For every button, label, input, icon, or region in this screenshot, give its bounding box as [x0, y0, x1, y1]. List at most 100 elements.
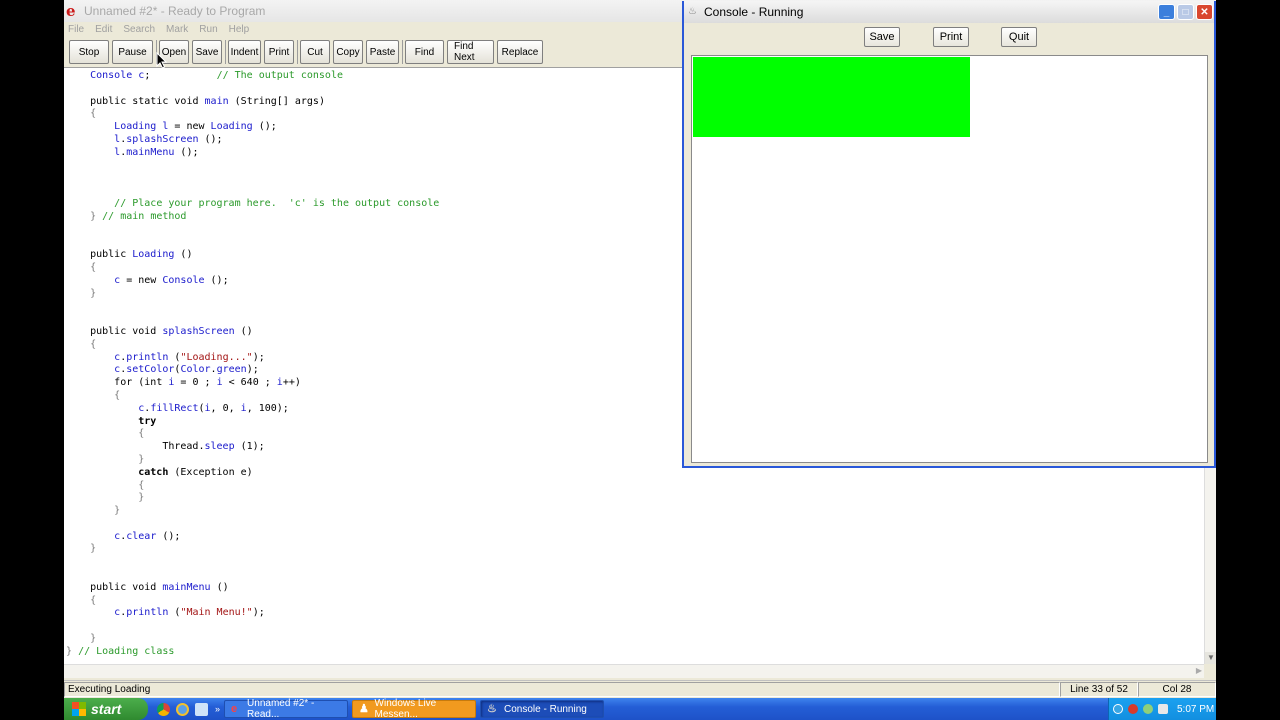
- code-line[interactable]: {: [66, 108, 439, 121]
- code-line[interactable]: public Loading (): [66, 249, 439, 262]
- code-line[interactable]: }: [66, 492, 439, 505]
- code-line[interactable]: c.clear ();: [66, 531, 439, 544]
- pause-button[interactable]: Pause: [112, 40, 153, 64]
- find-next-button[interactable]: Find Next: [447, 40, 494, 64]
- menu-help[interactable]: Help: [229, 24, 250, 35]
- code-line[interactable]: } // main method: [66, 211, 439, 224]
- code-line[interactable]: {: [66, 595, 439, 608]
- code-line[interactable]: {: [66, 428, 439, 441]
- code-line[interactable]: [66, 620, 439, 633]
- replace-button[interactable]: Replace: [497, 40, 543, 64]
- start-button[interactable]: start: [64, 698, 148, 720]
- skype-icon[interactable]: [1113, 704, 1123, 714]
- find-button[interactable]: Find: [405, 40, 444, 64]
- code-line[interactable]: Console c; // The output console: [66, 70, 439, 83]
- menu-file[interactable]: File: [68, 24, 84, 35]
- code-line[interactable]: [66, 569, 439, 582]
- status-line: Line 33 of 52: [1060, 682, 1138, 697]
- console-save-button[interactable]: Save: [864, 27, 900, 47]
- code-line[interactable]: [66, 172, 439, 185]
- ready-to-program-icon: e: [66, 2, 76, 20]
- code-line[interactable]: l.mainMenu ();: [66, 147, 439, 160]
- code-line[interactable]: [66, 160, 439, 173]
- close-icon[interactable]: ✕: [1196, 4, 1213, 20]
- console-titlebar[interactable]: ♨ Console - Running _ □ ✕: [684, 1, 1214, 23]
- code-line[interactable]: public void mainMenu (): [66, 582, 439, 595]
- desktop-icon[interactable]: [195, 702, 208, 716]
- task-label: Console - Running: [504, 703, 587, 715]
- minimize-icon[interactable]: _: [1158, 4, 1175, 20]
- code-line[interactable]: [66, 83, 439, 96]
- chrome-icon[interactable]: [157, 702, 170, 716]
- code-line[interactable]: for (int i = 0 ; i < 640 ; i++): [66, 377, 439, 390]
- maximize-icon[interactable]: □: [1177, 4, 1194, 20]
- code-line[interactable]: [66, 236, 439, 249]
- volume-icon[interactable]: [1158, 704, 1168, 714]
- code-line[interactable]: c.println ("Main Menu!");: [66, 607, 439, 620]
- cut-button[interactable]: Cut: [300, 40, 330, 64]
- code-line[interactable]: Loading l = new Loading ();: [66, 121, 439, 134]
- code-line[interactable]: {: [66, 390, 439, 403]
- code-line[interactable]: [66, 300, 439, 313]
- code-line[interactable]: l.splashScreen ();: [66, 134, 439, 147]
- network-icon[interactable]: [1143, 704, 1153, 714]
- security-icon[interactable]: [1128, 704, 1138, 714]
- menu-mark[interactable]: Mark: [166, 24, 188, 35]
- paste-button[interactable]: Paste: [366, 40, 399, 64]
- code-line[interactable]: [66, 185, 439, 198]
- code-line[interactable]: // Place your program here. 'c' is the o…: [66, 198, 439, 211]
- code-line[interactable]: }: [66, 454, 439, 467]
- code-line[interactable]: } // Loading class: [66, 646, 439, 659]
- code-line[interactable]: }: [66, 543, 439, 556]
- task-messenger[interactable]: ♟ Windows Live Messen...: [352, 698, 477, 720]
- scroll-down-arrow-icon[interactable]: ▼: [1205, 652, 1216, 664]
- stop-button[interactable]: Stop: [69, 40, 109, 64]
- code-line[interactable]: public static void main (String[] args): [66, 96, 439, 109]
- ie-icon[interactable]: [176, 702, 189, 716]
- code-line[interactable]: Thread.sleep (1);: [66, 441, 439, 454]
- console-button-bar: Save Print Quit: [684, 23, 1214, 51]
- code-line[interactable]: [66, 518, 439, 531]
- ready-to-program-icon: e: [231, 703, 238, 715]
- desktop-screen: e Unnamed #2* - Ready to Program File Ed…: [64, 0, 1216, 720]
- messenger-icon: ♟: [359, 703, 369, 715]
- taskbar: start » e Unnamed #2* - Read... ♟ Window…: [64, 698, 1216, 720]
- menu-search[interactable]: Search: [123, 24, 155, 35]
- code-line[interactable]: }: [66, 633, 439, 646]
- scroll-right-arrow-icon[interactable]: ▶: [1196, 666, 1202, 675]
- code-line[interactable]: try: [66, 416, 439, 429]
- code-line[interactable]: [66, 313, 439, 326]
- print-button[interactable]: Print: [264, 40, 294, 64]
- code-line[interactable]: }: [66, 505, 439, 518]
- code-line[interactable]: catch (Exception e): [66, 467, 439, 480]
- code-line[interactable]: {: [66, 480, 439, 493]
- task-console[interactable]: ♨ Console - Running: [480, 700, 605, 718]
- code-line[interactable]: c.println ("Loading...");: [66, 352, 439, 365]
- code-line[interactable]: public void splashScreen (): [66, 326, 439, 339]
- code-line[interactable]: [66, 556, 439, 569]
- console-print-button[interactable]: Print: [933, 27, 969, 47]
- console-window-title: Console - Running: [704, 5, 804, 19]
- console-quit-button[interactable]: Quit: [1001, 27, 1037, 47]
- horizontal-scrollbar[interactable]: ▶: [64, 664, 1204, 678]
- quick-launch-expand-icon[interactable]: »: [215, 704, 220, 714]
- code-line[interactable]: }: [66, 288, 439, 301]
- code-line[interactable]: c.fillRect(i, 0, i, 100);: [66, 403, 439, 416]
- clock: 5:07 PM: [1177, 703, 1215, 715]
- java-icon: ♨: [487, 703, 497, 715]
- status-col: Col 28: [1138, 682, 1216, 697]
- mouse-cursor-icon: [156, 51, 168, 69]
- code-line[interactable]: {: [66, 262, 439, 275]
- save-button[interactable]: Save: [192, 40, 222, 64]
- code-text[interactable]: Console c; // The output console public …: [66, 70, 439, 659]
- code-line[interactable]: [66, 224, 439, 237]
- indent-button[interactable]: Indent: [228, 40, 261, 64]
- menu-run[interactable]: Run: [199, 24, 217, 35]
- start-label: start: [91, 701, 122, 717]
- code-line[interactable]: {: [66, 339, 439, 352]
- code-line[interactable]: c = new Console ();: [66, 275, 439, 288]
- copy-button[interactable]: Copy: [333, 40, 363, 64]
- menu-edit[interactable]: Edit: [95, 24, 112, 35]
- code-line[interactable]: c.setColor(Color.green);: [66, 364, 439, 377]
- task-ide[interactable]: e Unnamed #2* - Read...: [224, 698, 349, 720]
